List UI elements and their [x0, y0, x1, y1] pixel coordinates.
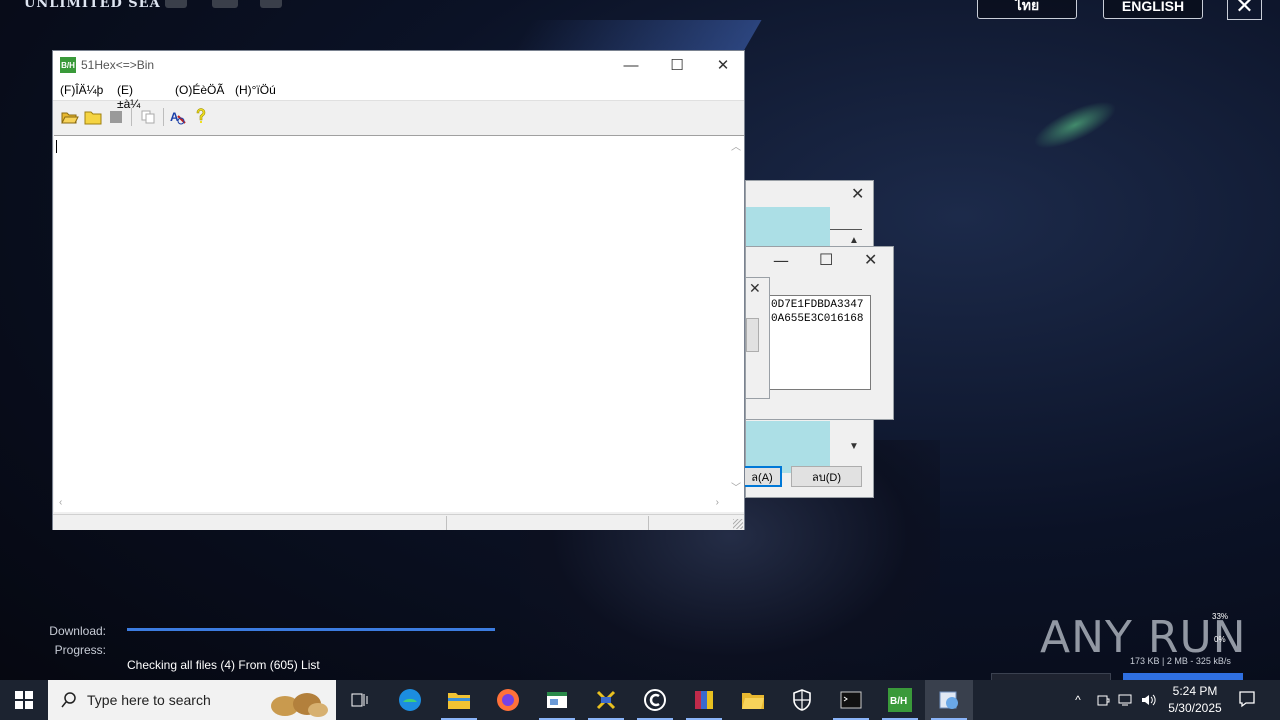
status-bar — [53, 514, 744, 530]
vertical-scrollbar[interactable]: ︿ ﹀ — [727, 136, 744, 496]
open-file-icon[interactable] — [59, 106, 81, 128]
dialog2-maximize-icon[interactable]: ☐ — [819, 250, 833, 269]
tray-chevron-icon[interactable]: ^ — [1070, 692, 1086, 708]
toolbar: A — [53, 103, 744, 130]
download-speed-text: 173 KB | 2 MB - 325 kB/s — [1130, 656, 1231, 666]
launcher-top-icon-2[interactable] — [212, 0, 238, 8]
save-icon[interactable] — [105, 106, 127, 128]
status-pane-3 — [648, 516, 744, 530]
dialog1-divider — [830, 229, 862, 230]
svg-text:B/H: B/H — [890, 696, 907, 707]
network-icon[interactable] — [1118, 692, 1134, 708]
task-view-icon[interactable] — [336, 680, 384, 720]
dialog1-list-top — [746, 207, 830, 247]
hex-line: 0A655E3C016168 — [771, 313, 864, 325]
lang-english-button[interactable]: ENGLISH — [1103, 0, 1203, 19]
dialog1-close-icon[interactable]: ✕ — [851, 184, 864, 203]
network-tool-icon[interactable] — [582, 680, 630, 720]
launcher-top-icon-3[interactable] — [260, 0, 282, 8]
lang-thai-button[interactable]: ไทย — [977, 0, 1077, 19]
dialog1-button-a[interactable]: ล(A) — [742, 466, 782, 487]
help-icon[interactable] — [190, 106, 212, 128]
search-placeholder: Type here to search — [87, 692, 211, 708]
toolbar-separator — [131, 108, 132, 126]
download-label: Download: — [49, 624, 106, 638]
download-status-text: Checking all files (4) From (605) List — [127, 658, 320, 672]
download-progress-bar — [127, 628, 495, 631]
notification-icon[interactable] — [1238, 690, 1256, 708]
dialog1-scroll-up-icon[interactable]: ▲ — [849, 235, 859, 246]
start-button[interactable] — [0, 680, 48, 720]
menu-options[interactable]: (O)ÉèÖÃ — [175, 83, 224, 97]
dialog2-minimize-icon[interactable]: — — [773, 251, 789, 270]
menu-bar: (F)ÎÄ¼þ (E)±à¼­ (O)ÉèÖÃ (H)°ïÖú — [53, 79, 744, 111]
installer-icon[interactable] — [925, 680, 973, 720]
dialog2-close-icon[interactable]: ✕ — [864, 250, 877, 269]
windows-icon — [15, 691, 33, 709]
tray-device-icon[interactable] — [1095, 692, 1111, 708]
horizontal-scrollbar[interactable]: ‹ › — [54, 495, 727, 512]
resize-grip[interactable] — [733, 519, 743, 529]
copy-icon[interactable] — [137, 106, 159, 128]
scroll-right-icon[interactable]: › — [716, 497, 719, 508]
scroll-up-icon[interactable]: ︿ — [731, 138, 741, 153]
launcher-top-icon-1[interactable] — [165, 0, 187, 8]
download-progress-fill — [127, 628, 495, 631]
convert-icon[interactable]: A — [167, 106, 189, 128]
potatoes-search-highlight-icon — [271, 693, 328, 717]
menu-file[interactable]: (F)ÎÄ¼þ — [60, 83, 103, 97]
folder-icon[interactable] — [729, 680, 777, 720]
window-titlebar[interactable]: B/H 51Hex<=>Bin — ☐ ✕ — [53, 51, 744, 79]
game-logo: UNLIMITED SEA — [24, 0, 161, 11]
taskbar-clock[interactable]: 5:24 PM 5/30/2025 — [1160, 683, 1230, 717]
hex-bin-window: B/H 51Hex<=>Bin — ☐ ✕ (F)ÎÄ¼þ (E)±à¼­ (O… — [52, 50, 745, 530]
progress-label: Progress: — [54, 643, 106, 657]
file-explorer-icon[interactable] — [435, 680, 483, 720]
shield-icon[interactable] — [778, 680, 826, 720]
taskbar-search-box[interactable]: Type here to search — [48, 680, 336, 720]
clock-date: 5/30/2025 — [1168, 701, 1222, 715]
scroll-left-icon[interactable]: ‹ — [59, 497, 62, 508]
edge-icon[interactable] — [386, 680, 434, 720]
toolbar-separator — [163, 108, 164, 126]
volume-icon[interactable] — [1141, 692, 1157, 708]
dialog1-button-d[interactable]: ลบ(D) — [791, 466, 862, 487]
hex-output-box: 0D7E1FDBDA3347 0A655E3C016168 — [768, 295, 871, 390]
clock-time: 5:24 PM — [1172, 684, 1218, 698]
app-icon: B/H — [60, 57, 76, 73]
dialog3-button[interactable] — [746, 318, 759, 352]
text-caret — [56, 140, 57, 153]
text-editor-area[interactable]: ︿ ﹀ ‹ › — [54, 135, 744, 512]
dialog3-close-icon[interactable]: ✕ — [749, 281, 761, 297]
background-dialog-3: ✕ — [745, 277, 770, 399]
minimize-button[interactable]: — — [608, 51, 654, 79]
launcher-close-button[interactable]: ✕ — [1227, 0, 1262, 20]
winrar-icon[interactable] — [680, 680, 728, 720]
search-icon — [61, 692, 76, 708]
folder-icon[interactable] — [82, 106, 104, 128]
progress-percent-top: 33% — [1212, 612, 1229, 621]
menu-help[interactable]: (H)°ïÖú — [235, 83, 276, 97]
ccleaner-icon[interactable] — [631, 680, 679, 720]
progress-percent-bottom: 0% — [1214, 635, 1226, 644]
window-title: 51Hex<=>Bin — [81, 58, 155, 72]
background-ship-glow — [1027, 92, 1123, 158]
app-window-icon[interactable] — [533, 680, 581, 720]
hex-line: 0D7E1FDBDA3347 — [771, 299, 864, 311]
maximize-button[interactable]: ☐ — [654, 51, 700, 79]
51hex-taskbar-icon[interactable]: B/H — [876, 680, 924, 720]
status-pane-2 — [446, 516, 646, 530]
close-button[interactable]: ✕ — [700, 51, 746, 79]
firefox-icon[interactable] — [484, 680, 532, 720]
scroll-down-icon[interactable]: ﹀ — [731, 479, 741, 494]
terminal-icon[interactable] — [827, 680, 875, 720]
dialog1-scroll-down-icon[interactable]: ▼ — [849, 441, 859, 452]
taskbar: Type here to search B/H ^ 5:24 PM 5/30/2… — [0, 680, 1280, 720]
